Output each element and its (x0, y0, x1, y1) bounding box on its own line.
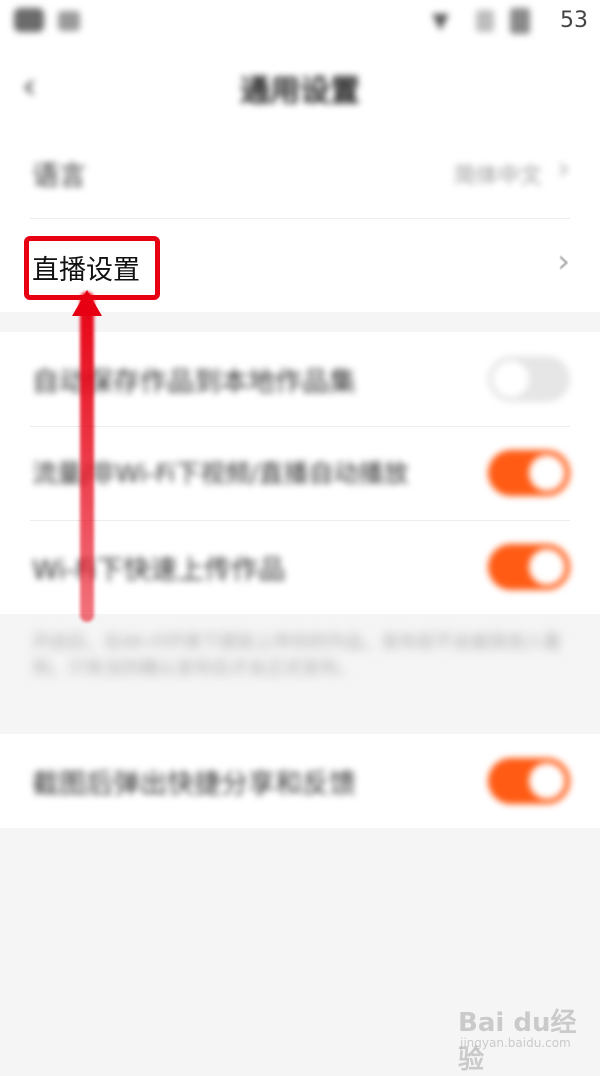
chevron-right-icon: › (557, 242, 570, 280)
toggle-knob (529, 455, 565, 491)
toggle-knob (529, 763, 565, 799)
annotation-arrow-line (80, 292, 94, 622)
watermark-url: jingyan.baidu.com (460, 1036, 571, 1050)
chevron-right-icon: › (557, 149, 570, 187)
sim-icon (476, 10, 494, 32)
toggle-knob (529, 549, 565, 585)
screenshot-share-toggle[interactable] (488, 758, 570, 804)
settings-group-share: 截图后弹出快捷分享和反馈 (0, 734, 600, 828)
toggle-knob (493, 361, 529, 397)
status-time: 53 (560, 8, 588, 33)
page-title: 通用设置 (240, 74, 360, 109)
fast-upload-label: Wi-Fi下快速上传作品 (32, 555, 286, 586)
screenshot-share-label: 截图后弹出快捷分享和反馈 (32, 769, 356, 800)
screenshot-share-row: 截图后弹出快捷分享和反馈 (0, 734, 600, 826)
wifi-icon: ▼ (432, 9, 449, 34)
language-value: 简体中文 (453, 164, 542, 189)
language-label: 语言 (32, 161, 86, 192)
live-settings-label[interactable]: 直播设置 (32, 248, 140, 287)
language-row[interactable]: 语言 简体中文 › (0, 126, 600, 218)
fast-upload-toggle[interactable] (488, 544, 570, 590)
auto-save-toggle[interactable] (488, 356, 570, 402)
annotation-arrow-icon (72, 290, 102, 316)
autoplay-toggle[interactable] (488, 450, 570, 496)
app-notification-icon (14, 8, 44, 32)
fast-upload-note: 开启后，在Wi-Fi环境下提前上传你的作品，发布前不会被其他人看到。只有当你确认… (32, 632, 561, 679)
header: ‹ 通用设置 (0, 44, 600, 126)
battery-icon (510, 8, 530, 34)
status-bar: ▼ 53 (0, 0, 600, 44)
notification-icon (58, 11, 80, 31)
